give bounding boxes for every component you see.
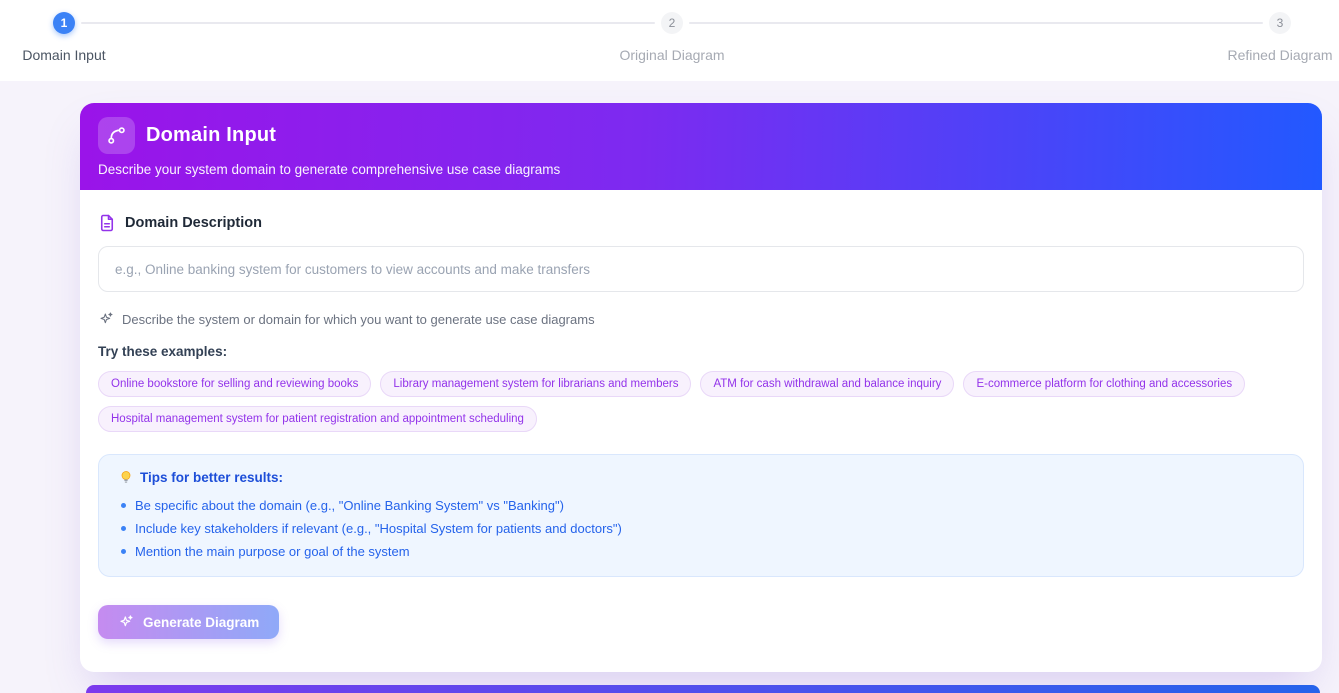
step-2-circle: 2 xyxy=(661,12,683,34)
step-1-number: 1 xyxy=(60,16,68,30)
domain-input-card: Domain Input Describe your system domain… xyxy=(80,103,1322,672)
helper-text: Describe the system or domain for which … xyxy=(122,311,595,327)
tips-heading: Tips for better results: xyxy=(140,470,284,485)
tip-item: Include key stakeholders if relevant (e.… xyxy=(119,517,1283,540)
next-card-peek xyxy=(86,685,1320,693)
domain-description-input[interactable] xyxy=(98,246,1304,292)
example-chip-hospital[interactable]: Hospital management system for patient r… xyxy=(98,406,537,432)
tips-list: Be specific about the domain (e.g., "Onl… xyxy=(119,494,1283,563)
card-header: Domain Input Describe your system domain… xyxy=(80,103,1322,190)
file-text-icon xyxy=(98,214,116,232)
tip-bullet xyxy=(121,549,126,554)
card-subtitle: Describe your system domain to generate … xyxy=(98,162,561,177)
step-1-label: Domain Input xyxy=(22,47,106,63)
step-connector-1 xyxy=(81,22,655,24)
step-3-circle: 3 xyxy=(1269,12,1291,34)
stepper: 1 Domain Input 2 Original Diagram 3 Refi… xyxy=(0,0,1339,81)
tips-panel: Tips for better results: Be specific abo… xyxy=(98,454,1304,577)
card-title: Domain Input xyxy=(146,124,277,146)
example-chip-atm[interactable]: ATM for cash withdrawal and balance inqu… xyxy=(700,371,955,397)
example-chips: Online bookstore for selling and reviewi… xyxy=(98,371,1304,432)
example-chip-library[interactable]: Library management system for librarians… xyxy=(380,371,692,397)
domain-description-label: Domain Description xyxy=(125,215,262,231)
generate-diagram-button[interactable]: Generate Diagram xyxy=(98,605,280,639)
tip-text: Include key stakeholders if relevant (e.… xyxy=(135,521,622,536)
step-1-circle: 1 xyxy=(53,12,75,34)
tip-item: Be specific about the domain (e.g., "Onl… xyxy=(119,494,1283,517)
example-chip-bookstore[interactable]: Online bookstore for selling and reviewi… xyxy=(98,371,372,397)
examples-heading: Try these examples: xyxy=(98,344,228,359)
button-sparkles-icon xyxy=(118,614,134,630)
sparkles-icon xyxy=(98,311,114,327)
tip-bullet xyxy=(121,503,126,508)
tip-item: Mention the main purpose or goal of the … xyxy=(119,540,1283,563)
tip-text: Be specific about the domain (e.g., "Onl… xyxy=(135,498,564,513)
bezier-curve-icon xyxy=(106,125,127,146)
card-body: Domain Description Describe the system o… xyxy=(80,190,1322,639)
step-connector-2 xyxy=(689,22,1263,24)
tip-text: Mention the main purpose or goal of the … xyxy=(135,544,410,559)
step-3-label: Refined Diagram xyxy=(1227,47,1333,63)
step-2-number: 2 xyxy=(668,16,676,30)
tip-bullet xyxy=(121,526,126,531)
example-chip-ecommerce[interactable]: E-commerce platform for clothing and acc… xyxy=(963,371,1246,397)
step-3-number: 3 xyxy=(1276,16,1284,30)
page: 1 Domain Input 2 Original Diagram 3 Refi… xyxy=(0,0,1339,693)
header-icon-box xyxy=(98,117,135,154)
lightbulb-icon xyxy=(119,470,133,485)
generate-button-label: Generate Diagram xyxy=(143,614,260,630)
step-2-label: Original Diagram xyxy=(619,47,725,63)
